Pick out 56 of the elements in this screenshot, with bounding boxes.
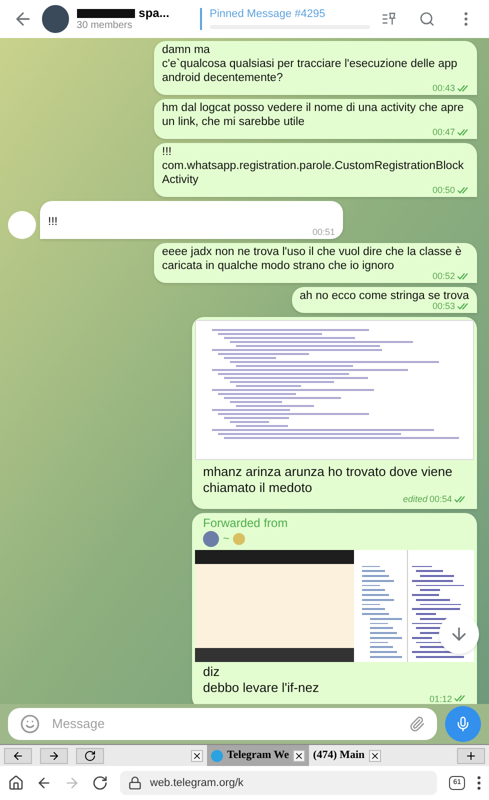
emoji-icon: [233, 533, 246, 546]
close-icon[interactable]: [293, 750, 306, 762]
forwarded-name: ~: [223, 532, 230, 547]
avatar-placeholder: [203, 531, 219, 548]
new-tab-button[interactable]: [457, 748, 485, 764]
url-text: web.telegram.org/k: [150, 776, 244, 791]
browser-tab[interactable]: (474) Main: [309, 745, 385, 766]
message-text: !!! com.whatsapp.registration.parole.CustomRegistrationBlockActivity: [162, 145, 465, 186]
reload-icon[interactable]: [92, 775, 108, 791]
tab-title: Telegram We: [227, 748, 290, 764]
message-text: hm dal logcat posso vedere il nome di una activity che apre un link, che mi sarebbe utile: [162, 101, 465, 128]
message-time: 00:52: [432, 271, 455, 281]
back-arrow-icon: [12, 750, 24, 762]
back-icon[interactable]: [36, 775, 52, 791]
browser-tab[interactable]: Telegram We: [207, 745, 310, 766]
message-time: 00:51: [312, 227, 335, 237]
message-time: 00:50: [432, 185, 455, 195]
message-time: 00:53: [432, 301, 455, 311]
tab-reload-button[interactable]: [76, 748, 104, 764]
reload-icon: [84, 750, 96, 762]
member-count: 30 members: [76, 20, 134, 32]
redaction-mark: [76, 8, 135, 18]
forwarded-label: Forwarded from: [202, 516, 289, 531]
group-avatar-placeholder[interactable]: [42, 5, 69, 33]
search-icon: [419, 11, 436, 27]
microphone-icon: [455, 716, 471, 732]
tab-title: (474) Main: [313, 748, 365, 764]
message-text: diz debbo levare l'if-nez: [203, 664, 320, 696]
close-icon[interactable]: [368, 750, 381, 762]
plus-icon: [465, 750, 477, 762]
message-text: mhanz arinza arunza ho trovato dove viene chiamato il medoto: [203, 464, 454, 496]
message-time: 00:47: [432, 127, 455, 137]
edited-label: edited: [402, 494, 428, 504]
message-text: ah no ecco come stringa se trova: [300, 289, 469, 302]
tab-forward-button[interactable]: [40, 748, 68, 764]
emoji-icon[interactable]: [20, 714, 40, 734]
home-icon[interactable]: [8, 775, 24, 791]
more-icon: [464, 12, 468, 26]
close-icon[interactable]: [191, 750, 203, 762]
message-time: 00:43: [432, 83, 455, 93]
message-input[interactable]: Message: [8, 708, 437, 740]
address-bar[interactable]: web.telegram.org/k: [120, 771, 438, 795]
message-text: damn ma c'e`qualcosa qualsiasi per tracciare l'esecuzione delle app android decentemente?: [162, 43, 458, 84]
message-text: eeee jadx non ne trova l'uso il che vuol dire che la classe è caricata in qualche modo strano che io ignoro: [162, 245, 462, 272]
message-time: 01:12: [429, 694, 452, 704]
more-icon[interactable]: [477, 776, 481, 790]
chat-title: spa...: [138, 6, 170, 20]
voice-button[interactable]: [445, 706, 481, 742]
tab-back-button[interactable]: [4, 748, 32, 764]
lock-icon: [128, 776, 142, 790]
message-text: !!!: [48, 215, 59, 229]
forward-arrow-icon: [48, 750, 60, 762]
pin-list-icon: [380, 11, 397, 27]
message-time: 00:54: [429, 494, 452, 504]
avatar-placeholder: [8, 211, 36, 239]
attach-icon[interactable]: [409, 716, 425, 732]
